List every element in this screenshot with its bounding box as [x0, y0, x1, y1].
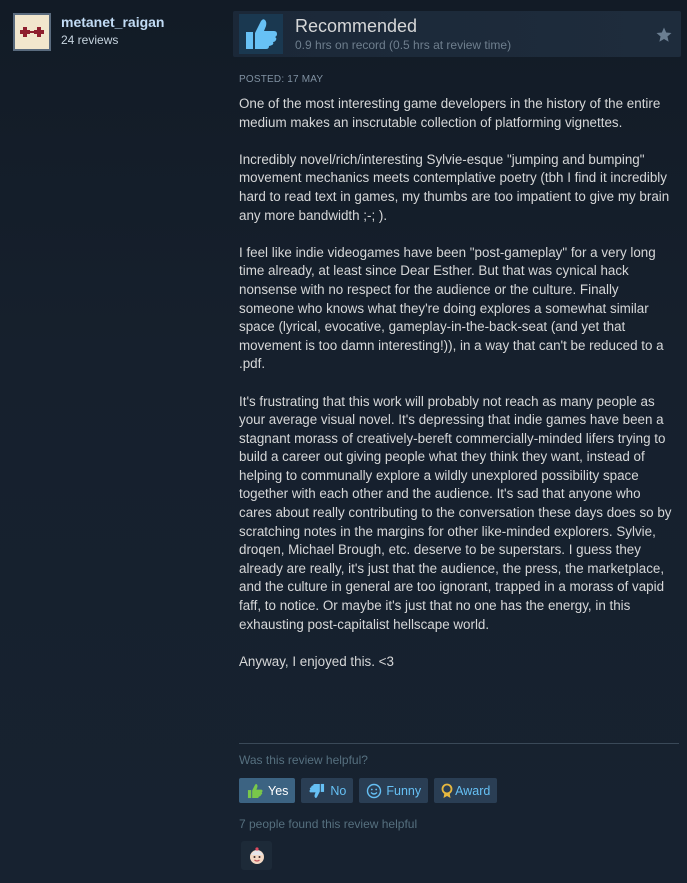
- thumbs-up-icon: [239, 14, 283, 54]
- review-paragraph: Incredibly novel/rich/interesting Sylvie…: [239, 151, 670, 223]
- review-paragraph: Anyway, I enjoyed this. <3: [239, 653, 394, 669]
- review-paragraph: It's frustrating that this work will pro…: [239, 393, 672, 632]
- no-button[interactable]: No: [301, 778, 354, 803]
- smiley-icon: [367, 783, 382, 798]
- award-button[interactable]: Award: [434, 778, 498, 803]
- hours-on-record: 0.9 hrs on record (0.5 hrs at review tim…: [295, 38, 512, 52]
- funny-label: Funny: [386, 783, 422, 798]
- thumbs-up-icon: [247, 783, 263, 798]
- avatar[interactable]: [13, 13, 51, 51]
- star-icon[interactable]: [655, 26, 673, 44]
- recommendation-header: Recommended 0.9 hrs on record (0.5 hrs a…: [233, 11, 681, 57]
- no-label: No: [330, 783, 347, 798]
- review-paragraph: One of the most interesting game develop…: [239, 96, 661, 130]
- divider: [239, 743, 679, 744]
- review-author[interactable]: metanet_raigan 24 reviews: [10, 12, 225, 58]
- avatar-image-icon: [20, 27, 44, 37]
- author-review-count[interactable]: 24 reviews: [61, 33, 118, 47]
- helpful-question: Was this review helpful?: [239, 753, 368, 767]
- review-body: One of the most interesting game develop…: [239, 95, 675, 690]
- thumbs-down-icon: [309, 783, 325, 798]
- recommendation-title: Recommended: [295, 16, 418, 36]
- award-label: Award: [455, 783, 491, 798]
- yes-label: Yes: [268, 783, 289, 798]
- yes-button[interactable]: Yes: [239, 778, 296, 803]
- vote-buttons: Yes No Funny Award: [239, 778, 498, 803]
- medal-icon: [441, 783, 453, 798]
- author-name[interactable]: metanet_raigan: [61, 14, 164, 30]
- award-emoji-icon[interactable]: [241, 841, 272, 870]
- review-paragraph: I feel like indie videogames have been "…: [239, 244, 664, 372]
- funny-button[interactable]: Funny: [359, 778, 429, 803]
- posted-date: POSTED: 17 MAY: [239, 74, 324, 85]
- helpful-count: 7 people found this review helpful: [239, 817, 418, 831]
